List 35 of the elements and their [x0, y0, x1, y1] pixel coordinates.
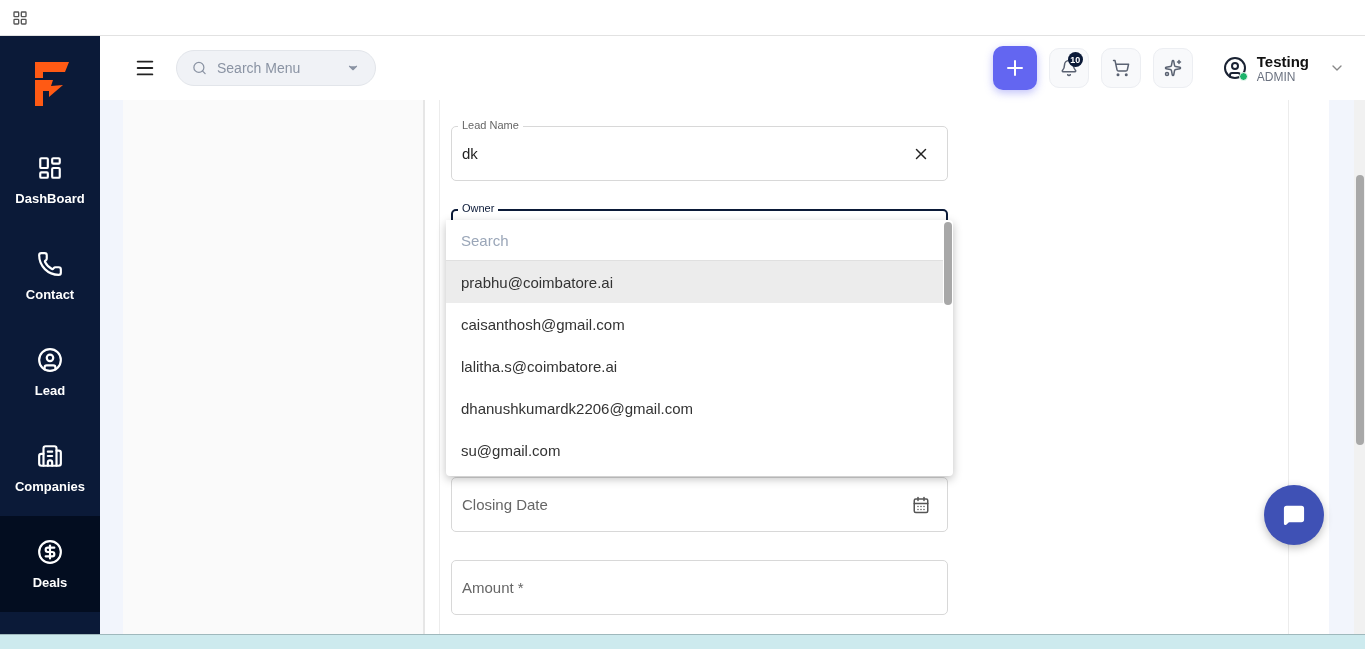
- user-role: ADMIN: [1256, 69, 1296, 84]
- search-icon: [192, 60, 207, 76]
- cart-icon: [1111, 59, 1130, 77]
- field-label: Lead Name: [458, 119, 523, 132]
- user-name: Testing: [1256, 52, 1309, 70]
- dollar-icon: [37, 538, 63, 565]
- sparkles-button[interactable]: [1152, 48, 1193, 88]
- building-icon: [37, 442, 63, 469]
- sidebar-item[interactable]: Lead: [0, 324, 100, 420]
- apps-grid-icon[interactable]: [12, 9, 28, 26]
- notification-count: 10: [1067, 52, 1083, 67]
- input-field[interactable]: Closing Date: [451, 477, 948, 532]
- dashboard-icon: [37, 154, 63, 181]
- scrollbar-thumb[interactable]: [1355, 175, 1364, 445]
- person-icon: [37, 346, 63, 373]
- calendar-icon[interactable]: [912, 495, 930, 514]
- chat-icon: [1283, 504, 1305, 526]
- dropdown-search-field[interactable]: Search: [446, 220, 943, 261]
- sidebar-item[interactable]: Companies: [0, 420, 100, 516]
- sparkles-icon: [1163, 59, 1182, 77]
- chat-button[interactable]: [1264, 485, 1324, 545]
- sidebar-item[interactable]: Contact: [0, 228, 100, 324]
- user-avatar-icon[interactable]: [1222, 56, 1247, 80]
- notification-button[interactable]: 10: [1048, 48, 1089, 88]
- cart-button[interactable]: [1100, 48, 1141, 88]
- input-field[interactable]: Amount *: [451, 560, 948, 615]
- scrollbar-thumb[interactable]: [944, 222, 952, 305]
- dropdown-option[interactable]: prabhu@coimbatore.ai: [446, 261, 943, 303]
- sidebar-item[interactable]: DashBoard: [0, 132, 100, 228]
- sidebar-item[interactable]: Deals: [0, 516, 100, 612]
- field-label: Owner: [458, 202, 499, 215]
- bell-icon: [1059, 59, 1078, 77]
- add-button[interactable]: [992, 46, 1037, 90]
- phone-icon: [37, 250, 63, 277]
- search-field[interactable]: Search Menu: [176, 50, 376, 86]
